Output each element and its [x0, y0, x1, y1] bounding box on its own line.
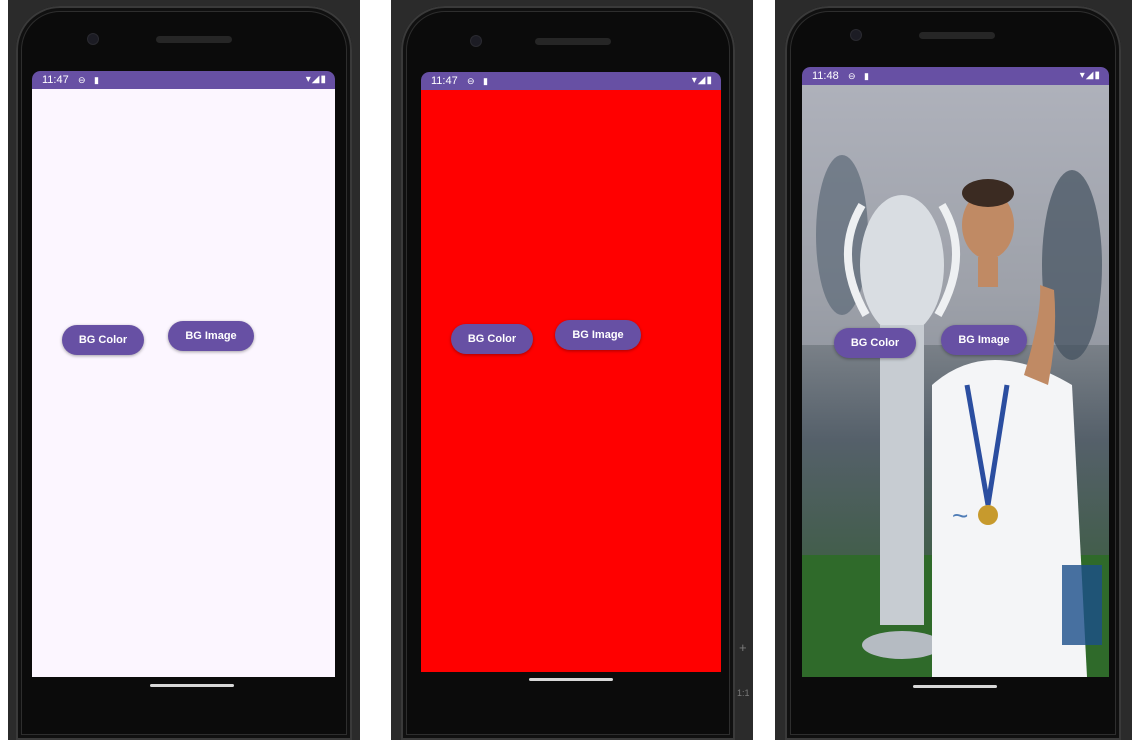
phone-screen: 11:48 ⊖ ▮ ▾◢▮ ~ BG Color BG Image	[802, 67, 1109, 677]
front-camera-icon	[88, 34, 98, 44]
bg-image-button[interactable]: BG Image	[941, 325, 1027, 355]
status-time: 11:47	[42, 74, 69, 86]
status-bar: 11:47 ⊖ ▮ ▾◢▮	[421, 72, 721, 90]
jersey-text-decoration: ~	[952, 500, 968, 531]
status-time: 11:48	[812, 70, 839, 82]
speaker-grille	[919, 32, 995, 39]
signal-battery-icons: ▾◢▮	[691, 75, 713, 86]
dnd-icon: ⊖	[467, 76, 475, 86]
aspect-ratio-label[interactable]: 1:1	[737, 688, 750, 698]
dnd-icon: ⊖	[78, 75, 86, 85]
phone-screen: 11:47 ⊖ ▮ ▾◢▮ BG Color BG Image	[421, 72, 721, 672]
status-time: 11:47	[431, 75, 458, 87]
bg-image-button[interactable]: BG Image	[168, 321, 254, 351]
phone-frame: 11:47 ⊖ ▮ ▾◢▮ BG Color BG Image	[16, 6, 352, 740]
sd-card-icon: ▮	[483, 76, 488, 86]
home-indicator[interactable]	[529, 678, 613, 681]
home-indicator[interactable]	[913, 685, 997, 688]
emulator-panel-2: 11:47 ⊖ ▮ ▾◢▮ BG Color BG Image + 1:1	[391, 0, 753, 740]
emulator-panel-1: 11:47 ⊖ ▮ ▾◢▮ BG Color BG Image	[8, 0, 360, 740]
status-bar: 11:47 ⊖ ▮ ▾◢▮	[32, 71, 335, 89]
front-camera-icon	[851, 30, 861, 40]
bg-color-button[interactable]: BG Color	[834, 328, 916, 358]
speaker-grille	[535, 38, 611, 45]
emulator-panel-3: 11:48 ⊖ ▮ ▾◢▮ ~ BG Color BG Image	[775, 0, 1132, 740]
sd-card-icon: ▮	[94, 75, 99, 85]
screen-content: BG Color BG Image	[421, 90, 721, 672]
background-photo-illustration: ~	[802, 85, 1109, 677]
sd-card-icon: ▮	[864, 71, 869, 81]
speaker-grille	[156, 36, 232, 43]
screen-content: ~ BG Color BG Image	[802, 85, 1109, 677]
signal-battery-icons: ▾◢▮	[305, 74, 327, 85]
home-indicator[interactable]	[150, 684, 234, 687]
status-bar: 11:48 ⊖ ▮ ▾◢▮	[802, 67, 1109, 85]
zoom-in-icon[interactable]: +	[739, 640, 747, 655]
phone-screen: 11:47 ⊖ ▮ ▾◢▮ BG Color BG Image	[32, 71, 335, 677]
screen-content: BG Color BG Image	[32, 89, 335, 677]
bg-color-button[interactable]: BG Color	[451, 324, 533, 354]
bg-color-button[interactable]: BG Color	[62, 325, 144, 355]
front-camera-icon	[471, 36, 481, 46]
phone-frame: 11:47 ⊖ ▮ ▾◢▮ BG Color BG Image	[401, 6, 735, 740]
background-image: ~	[802, 85, 1109, 677]
dnd-icon: ⊖	[848, 71, 856, 81]
phone-frame: 11:48 ⊖ ▮ ▾◢▮ ~ BG Color BG Image	[785, 6, 1121, 740]
signal-battery-icons: ▾◢▮	[1079, 70, 1101, 81]
bg-image-button[interactable]: BG Image	[555, 320, 641, 350]
